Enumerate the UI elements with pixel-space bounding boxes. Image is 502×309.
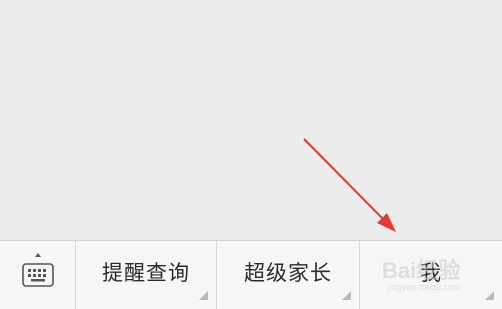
- menu-item-label: 提醒查询: [102, 261, 190, 285]
- menu-item-label: 我: [420, 261, 442, 285]
- keyboard-toggle-button[interactable]: [0, 241, 76, 309]
- menu-item-reminder-query[interactable]: 提醒查询: [76, 241, 217, 309]
- keyboard-icon: [22, 253, 54, 287]
- custom-menu-bar: 提醒查询 超级家长 我: [0, 240, 502, 309]
- menu-item-label: 超级家长: [244, 261, 332, 285]
- menu-item-super-parent[interactable]: 超级家长: [217, 241, 360, 309]
- submenu-indicator-icon: [342, 291, 351, 300]
- submenu-indicator-icon: [199, 291, 208, 300]
- menu-item-me[interactable]: 我: [360, 241, 502, 309]
- chat-area: [0, 0, 502, 240]
- submenu-indicator-icon: [485, 291, 494, 300]
